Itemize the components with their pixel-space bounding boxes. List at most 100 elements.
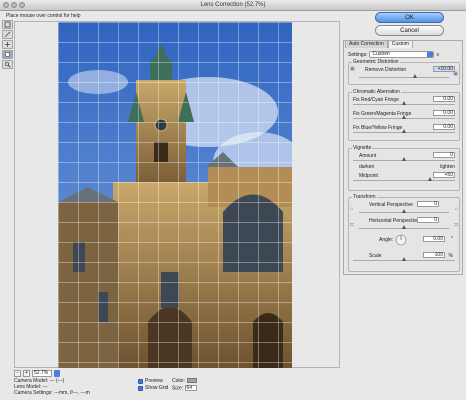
slider-thumb[interactable] bbox=[402, 129, 406, 133]
settings-menu-icon[interactable]: ≡ bbox=[436, 52, 439, 58]
slider-thumb[interactable] bbox=[402, 101, 406, 105]
horizontal-perspective-slider[interactable] bbox=[359, 225, 449, 229]
zoom-in-button[interactable]: + bbox=[23, 369, 30, 377]
slider-thumb[interactable] bbox=[402, 209, 406, 213]
midpoint-row: Midpoint +50 bbox=[353, 172, 455, 183]
darken-label: darken bbox=[359, 164, 375, 170]
vignette-group: Vignette Amount 0 darken lighten Midpoin… bbox=[348, 145, 460, 191]
remove-distortion-label: Remove Distortion bbox=[365, 67, 407, 73]
move-grid-tool[interactable] bbox=[2, 40, 13, 49]
preview-label: Preview bbox=[145, 378, 163, 384]
checkbox-checked-icon bbox=[138, 386, 143, 391]
title-bar: Lens Correction (52.7%) bbox=[0, 0, 466, 11]
show-grid-checkbox[interactable]: Show Grid bbox=[138, 385, 168, 392]
slider-thumb[interactable] bbox=[402, 257, 406, 261]
angle-label: Angle: bbox=[379, 237, 394, 243]
settings-select[interactable]: Custom bbox=[369, 51, 435, 58]
magnifier-icon bbox=[4, 61, 11, 68]
remove-distortion-field[interactable]: +10.00 bbox=[433, 66, 455, 72]
ok-button[interactable]: OK bbox=[375, 12, 444, 23]
slider-thumb[interactable] bbox=[402, 157, 406, 161]
vignette-legend: Vignette bbox=[353, 145, 372, 151]
horizontal-perspective-label: Horizontal Perspective bbox=[369, 218, 420, 224]
angle-unit: ° bbox=[451, 236, 453, 242]
pincushion-icon: ▣ bbox=[453, 71, 458, 77]
panel-tabs: Auto Correction Custom bbox=[345, 40, 413, 48]
preview-canvas[interactable] bbox=[14, 21, 340, 368]
chromatic-legend: Chromatic Aberration bbox=[353, 89, 400, 95]
grid-color-swatch[interactable] bbox=[186, 378, 197, 384]
horizontal-perspective-row: Horizontal Perspective 0 ⊏ ⊐ bbox=[350, 217, 458, 229]
red-cyan-field[interactable]: 0.00 bbox=[433, 96, 455, 102]
checkbox-checked-icon bbox=[138, 379, 143, 384]
vertical-perspective-row: Vertical Perspective 0 ⌂ ⌂ bbox=[350, 201, 458, 213]
blue-yellow-slider[interactable] bbox=[353, 129, 455, 133]
straighten-tool[interactable] bbox=[2, 30, 13, 39]
red-cyan-label: Fix Red/Cyan Fringe bbox=[353, 97, 399, 103]
scale-slider[interactable] bbox=[353, 257, 455, 261]
green-magenta-row: Fix Green/Magenta Fringe 0.00 bbox=[353, 110, 455, 121]
amount-slider[interactable] bbox=[353, 157, 455, 161]
color-label: Color: bbox=[172, 378, 186, 384]
camera-info: Camera Model: --- (---) Lens Model: --- … bbox=[14, 378, 90, 396]
amount-field[interactable]: 0 bbox=[433, 152, 455, 158]
green-magenta-slider[interactable] bbox=[353, 115, 455, 119]
blue-yellow-field[interactable]: 0.00 bbox=[433, 124, 455, 130]
geometric-distortion-group: Geometric Distortion Remove Distortion +… bbox=[348, 59, 460, 85]
settings-panel: Auto Correction Custom Settings: Custom … bbox=[343, 40, 463, 275]
horizontal-perspective-field[interactable]: 0 bbox=[417, 217, 439, 223]
hand-icon bbox=[4, 51, 11, 58]
lighten-label: lighten bbox=[440, 164, 455, 170]
midpoint-label: Midpoint bbox=[359, 173, 378, 179]
settings-label: Settings: bbox=[348, 51, 368, 58]
red-cyan-slider[interactable] bbox=[353, 101, 455, 105]
green-magenta-field[interactable]: 0.00 bbox=[433, 110, 455, 116]
window-title: Lens Correction (52.7%) bbox=[200, 2, 266, 8]
scale-label: Scale bbox=[369, 253, 382, 259]
barrel-icon: ▣ bbox=[350, 66, 355, 72]
zoom-tool[interactable] bbox=[2, 60, 13, 69]
scale-field[interactable]: 100 bbox=[423, 252, 445, 258]
grid-options: Color: Size: 64 bbox=[172, 378, 197, 392]
vertical-perspective-label: Vertical Perspective bbox=[369, 202, 413, 208]
grid-icon bbox=[5, 42, 10, 47]
zoom-level[interactable]: 52.7% bbox=[32, 369, 52, 377]
cancel-button[interactable]: Cancel bbox=[375, 25, 444, 36]
slider-thumb[interactable] bbox=[402, 115, 406, 119]
vertical-perspective-slider[interactable] bbox=[359, 209, 449, 213]
tool-strip bbox=[2, 20, 14, 69]
midpoint-slider[interactable] bbox=[353, 177, 455, 181]
zoom-dropdown-icon[interactable] bbox=[54, 369, 60, 377]
tab-custom[interactable]: Custom bbox=[387, 40, 413, 48]
slider-thumb[interactable] bbox=[402, 225, 406, 229]
transform-legend: Transform bbox=[353, 194, 376, 200]
blue-yellow-row: Fix Blue/Yellow Fringe 0.00 bbox=[353, 124, 455, 135]
vertical-perspective-field[interactable]: 0 bbox=[417, 201, 439, 207]
remove-distortion-slider[interactable] bbox=[359, 74, 449, 78]
vertical-right-icon: ⌂ bbox=[454, 206, 458, 212]
midpoint-field[interactable]: +50 bbox=[433, 172, 455, 178]
slider-thumb[interactable] bbox=[412, 74, 417, 78]
tab-auto-correction[interactable]: Auto Correction bbox=[345, 40, 388, 48]
view-options: Preview Show Grid bbox=[138, 378, 168, 392]
angle-field[interactable]: 0.00 bbox=[423, 236, 445, 242]
hand-tool[interactable] bbox=[2, 50, 13, 59]
camera-settings: Camera Settings: ---mm, f/---, ---m bbox=[14, 390, 90, 396]
zoom-out-button[interactable]: − bbox=[14, 369, 21, 377]
show-grid-label: Show Grid bbox=[145, 385, 169, 391]
size-label: Size: bbox=[172, 385, 184, 392]
amount-label: Amount bbox=[359, 153, 377, 159]
help-text: Place mouse over control for help bbox=[6, 13, 81, 19]
angle-row: Angle: 0.00 ° bbox=[353, 234, 455, 248]
remove-distortion-row: Remove Distortion +10.00 ▣ ▣ bbox=[350, 66, 458, 78]
remove-distortion-tool[interactable] bbox=[2, 20, 13, 29]
scale-row: Scale 100 % bbox=[353, 252, 455, 263]
scale-unit: % bbox=[448, 253, 453, 259]
grid-size-field[interactable]: 64 bbox=[184, 385, 197, 391]
slider-thumb[interactable] bbox=[427, 177, 432, 181]
transform-group: Transform Vertical Perspective 0 ⌂ ⌂ Hor… bbox=[348, 194, 460, 272]
cathedral-photo bbox=[58, 22, 292, 368]
blue-yellow-label: Fix Blue/Yellow Fringe bbox=[353, 125, 403, 131]
angle-dial-icon[interactable] bbox=[395, 234, 407, 246]
preview-checkbox[interactable]: Preview bbox=[138, 378, 168, 385]
